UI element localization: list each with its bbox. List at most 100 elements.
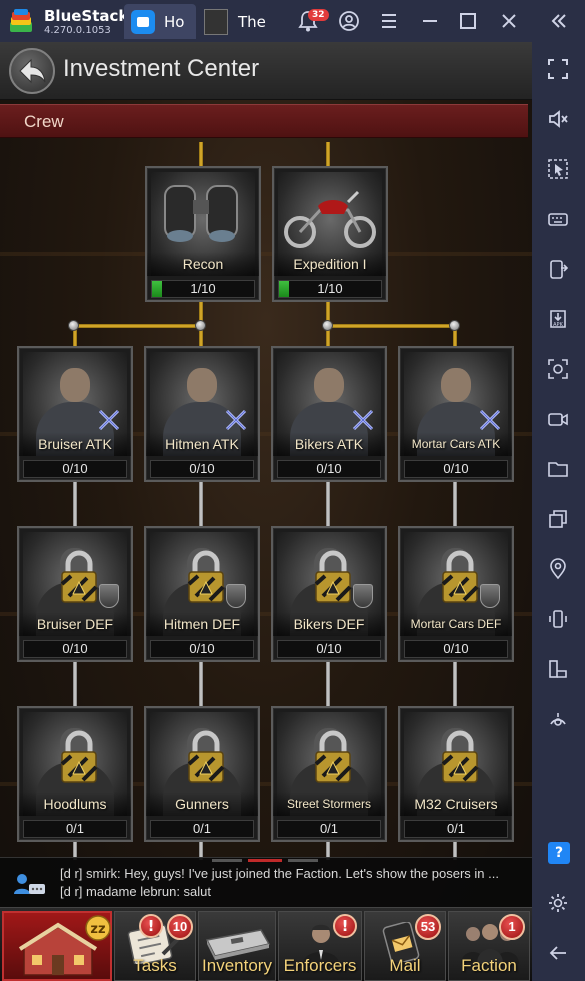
home-icon <box>131 10 155 34</box>
nav-mail[interactable]: 53 Mail <box>364 911 446 981</box>
card-progress-bar: 0/1 <box>404 820 508 838</box>
investment-card[interactable]: Hitmen ATK 0/10 <box>144 346 260 482</box>
investment-card[interactable]: Bruiser ATK 0/10 <box>17 346 133 482</box>
page-title: Investment Center <box>63 55 260 82</box>
card-progress-text: 0/10 <box>316 641 342 656</box>
nav-faction[interactable]: 1 Faction <box>448 911 530 981</box>
investment-card[interactable]: Street Stormers 0/1 <box>271 706 387 842</box>
connector <box>73 660 77 706</box>
back-icon[interactable] <box>547 942 569 964</box>
collapse-sidebar-icon[interactable] <box>547 9 571 33</box>
nav-tasks[interactable]: ! 10 Tasks <box>114 911 196 981</box>
card-progress-text: 0/10 <box>62 641 88 656</box>
menu-icon[interactable] <box>377 9 401 33</box>
card-progress-bar: 0/10 <box>404 640 508 658</box>
nav-tasks-label: Tasks <box>133 956 177 975</box>
investment-card[interactable]: Hoodlums 0/1 <box>17 706 133 842</box>
investment-card[interactable]: Hitmen DEF 0/10 <box>144 526 260 662</box>
character-head <box>187 368 217 402</box>
shield-icon <box>226 584 246 608</box>
gamepad-icon[interactable] <box>547 708 569 730</box>
investment-card[interactable]: Bikers DEF 0/10 <box>271 526 387 662</box>
card-progress-bar: 0/10 <box>277 460 381 478</box>
investment-card[interactable]: Bruiser DEF 0/10 <box>17 526 133 662</box>
shelf-decor <box>0 252 532 256</box>
cursor-icon[interactable] <box>547 158 569 180</box>
fullscreen-icon[interactable] <box>547 58 569 80</box>
card-progress-bar: 0/10 <box>150 460 254 478</box>
nav-headquarters[interactable]: zz <box>2 911 112 981</box>
enforcers-alert-icon: ! <box>333 914 357 938</box>
investment-card[interactable]: Mortar Cars DEF 0/10 <box>398 526 514 662</box>
keyboard-icon[interactable] <box>547 208 569 230</box>
nav-mail-label: Mail <box>389 956 421 975</box>
card-progress-text: 0/1 <box>319 821 339 836</box>
help-icon[interactable]: ? <box>548 842 570 864</box>
maximize-icon[interactable] <box>456 9 480 33</box>
chat-page-indicator <box>212 859 318 862</box>
lock-icon <box>60 730 98 783</box>
card-progress-text: 1/10 <box>190 281 216 296</box>
investment-card[interactable]: Recon 1/10 <box>145 166 261 302</box>
back-button[interactable] <box>9 48 55 94</box>
tasks-badge: 10 <box>167 914 193 940</box>
investment-card[interactable]: Gunners 0/1 <box>144 706 260 842</box>
card-name: Hoodlums <box>19 792 131 816</box>
card-name: Bikers DEF <box>273 612 385 636</box>
chat-ticker[interactable]: [d r] smirk: Hey, guys! I've just joined… <box>0 857 532 907</box>
title-bar: BlueStacks 4.270.0.1053 Ho The 32 <box>0 0 585 42</box>
minimize-icon[interactable] <box>418 9 442 33</box>
settings-icon[interactable] <box>547 892 569 914</box>
card-progress-text: 0/1 <box>65 821 85 836</box>
page-header: Investment Center <box>0 42 532 100</box>
game-viewport: Investment Center Crew Recon 1/10 Expedi… <box>0 42 532 981</box>
shield-icon <box>353 584 373 608</box>
phone-transfer-icon[interactable] <box>547 258 569 280</box>
apk-icon[interactable]: APK <box>547 308 569 330</box>
character-head <box>60 368 90 402</box>
card-progress-bar: 0/10 <box>404 460 508 478</box>
card-progress-bar: 0/1 <box>277 820 381 838</box>
shake-icon[interactable] <box>547 608 569 630</box>
card-progress-bar: 0/10 <box>150 640 254 658</box>
tab-home[interactable]: Ho <box>124 4 196 39</box>
chat-message: [d r] smirk: Hey, guys! I've just joined… <box>60 866 499 881</box>
card-progress-text: 0/1 <box>446 821 466 836</box>
lock-icon <box>314 730 352 783</box>
location-icon[interactable] <box>547 558 569 580</box>
investment-card[interactable]: Mortar Cars ATK 0/10 <box>398 346 514 482</box>
connector-node <box>449 320 460 331</box>
connector <box>328 324 458 328</box>
card-name: M32 Cruisers <box>400 792 512 816</box>
lock-icon <box>187 550 225 603</box>
folder-icon[interactable] <box>547 458 569 480</box>
tab-game[interactable]: The <box>198 4 270 39</box>
card-progress-bar: 1/10 <box>278 280 382 298</box>
investment-card[interactable]: Expedition I 1/10 <box>272 166 388 302</box>
motorcycle-icon <box>284 190 376 248</box>
account-icon[interactable] <box>337 9 361 33</box>
crossed-swords-icon <box>352 409 374 431</box>
binoculars-icon <box>164 185 238 242</box>
record-icon[interactable] <box>547 408 569 430</box>
multi-instance-icon[interactable] <box>547 508 569 530</box>
volume-mute-icon[interactable] <box>547 108 569 130</box>
investment-card[interactable]: M32 Cruisers 0/1 <box>398 706 514 842</box>
screenshot-icon[interactable] <box>547 358 569 380</box>
nav-enforcers[interactable]: ! Enforcers <box>278 911 362 981</box>
chat-icon[interactable] <box>12 872 46 896</box>
crossed-swords-icon <box>479 409 501 431</box>
card-progress-bar: 0/1 <box>23 820 127 838</box>
card-name: Hitmen ATK <box>146 432 258 456</box>
close-icon[interactable] <box>497 9 521 33</box>
shield-icon <box>480 584 500 608</box>
character-head <box>441 368 471 402</box>
bottom-nav: zz ! 10 Tasks Inventory ! Enforcers 53 M… <box>0 907 532 981</box>
investment-card[interactable]: Bikers ATK 0/10 <box>271 346 387 482</box>
card-progress-text: 0/10 <box>62 461 88 476</box>
rotate-icon[interactable] <box>547 658 569 680</box>
lock-icon <box>441 550 479 603</box>
faction-badge: 1 <box>499 914 525 940</box>
nav-inventory[interactable]: Inventory <box>198 911 276 981</box>
bluestacks-logo-icon <box>10 9 32 32</box>
